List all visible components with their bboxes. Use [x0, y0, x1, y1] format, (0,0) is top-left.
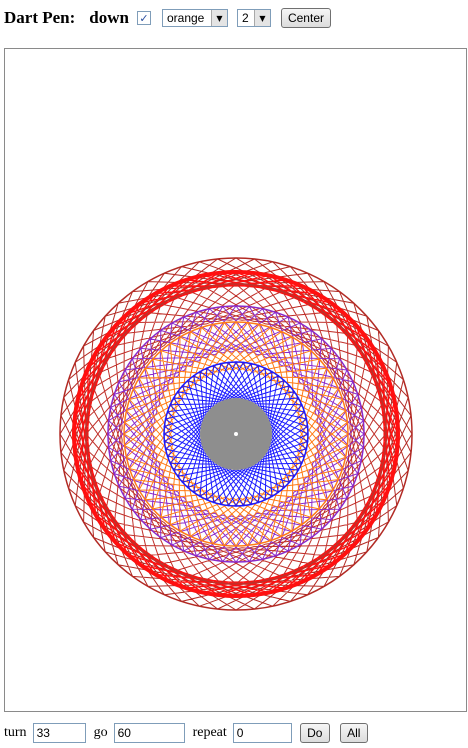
turn-input[interactable]: 33	[32, 723, 86, 743]
chevron-down-icon[interactable]: ▼	[210, 10, 227, 26]
all-button[interactable]: All	[339, 723, 368, 743]
command-bar: turn 33 go 60 repeat 0 Do All	[4, 722, 368, 744]
pen-down-checkbox[interactable]: ✓	[136, 11, 151, 25]
repeat-input[interactable]: 0	[232, 723, 292, 743]
color-select-value: orange	[166, 11, 205, 25]
drawing-canvas[interactable]	[4, 48, 467, 712]
color-select[interactable]: orange ▼	[161, 9, 228, 27]
center-button[interactable]: Center	[280, 8, 331, 28]
spirograph-drawing	[59, 257, 413, 611]
app-title: Dart Pen:	[4, 8, 76, 27]
chevron-down-icon[interactable]: ▼	[253, 10, 270, 26]
pen-state-label: down	[89, 8, 129, 27]
width-select-value: 2	[241, 11, 249, 25]
dart-pen-icon	[234, 432, 238, 436]
repeat-label: repeat	[192, 725, 227, 740]
toolbar: Dart Pen: down ✓ orange ▼ 2 ▼ Center	[4, 6, 331, 30]
go-input[interactable]: 60	[113, 723, 185, 743]
turn-label: turn	[4, 725, 27, 740]
do-button[interactable]: Do	[299, 723, 330, 743]
go-label: go	[93, 725, 108, 740]
checkmark-icon: ✓	[139, 11, 149, 25]
width-select[interactable]: 2 ▼	[236, 9, 271, 27]
